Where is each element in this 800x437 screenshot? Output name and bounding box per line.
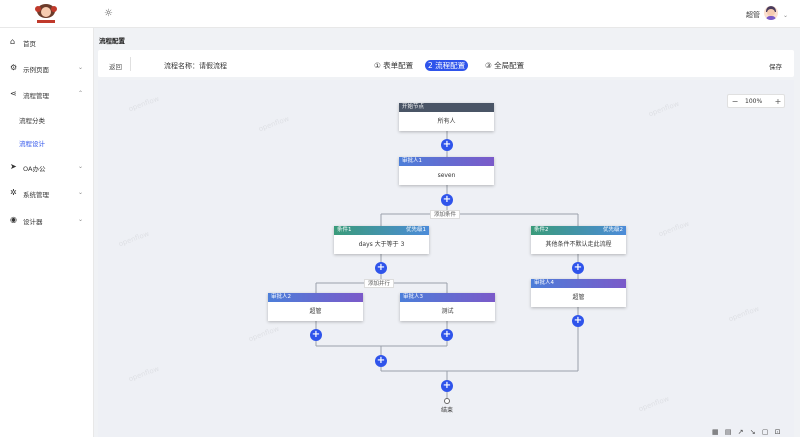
node-body: days 大于等于 3 (358, 241, 405, 248)
sidebar-item-designer[interactable]: ◉ 设计器 ⌄ (0, 213, 94, 227)
sidebar-item-home[interactable]: ⌂ 首页 (0, 35, 94, 49)
sidebar: ⌂ 首页 ⚙ 示例页面 ⌄ ⋖ 流程管理 ⌃ 流程分类 流程设计 ➤ OA办公 … (0, 28, 94, 437)
home-icon: ⌂ (10, 37, 16, 46)
share-icon: ⋖ (10, 89, 17, 98)
approver-node-1[interactable]: 审批人1 seven (399, 157, 494, 185)
node-title: 条件2 (534, 227, 549, 233)
process-name: 流程名称：请假流程 (164, 62, 227, 70)
add-node-button[interactable]: + (572, 315, 584, 327)
add-node-button[interactable]: + (375, 355, 387, 367)
chevron-down-icon: ⌄ (78, 64, 84, 71)
node-priority: 优先级2 (603, 227, 623, 233)
node-body: 测试 (441, 308, 454, 315)
add-node-button[interactable]: + (441, 139, 453, 151)
sidebar-item-label: OA办公 (23, 165, 46, 173)
sidebar-item-label: 设计器 (23, 218, 43, 226)
condition-node-2[interactable]: 条件2 优先级2 其他条件不默认走此流程 (531, 226, 626, 254)
flow-toolbar: 返回 流程名称：请假流程 ① 表单配置 2 流程配置 ③ 全局配置 保存 (98, 50, 794, 77)
save-button[interactable]: 保存 (769, 61, 782, 71)
end-node-icon (444, 398, 450, 404)
user-name[interactable]: 超管 (746, 10, 760, 20)
title-strip: 流程配置 (94, 28, 800, 48)
send-icon: ➤ (10, 162, 17, 171)
chevron-up-icon: ⌃ (78, 90, 84, 97)
chevron-down-icon: ⌄ (78, 163, 84, 170)
approver-node-2[interactable]: 审批人2 超管 (268, 293, 363, 321)
divider (130, 57, 131, 71)
node-header: 审批人1 (399, 157, 494, 166)
node-body: 所有人 (437, 118, 456, 125)
add-node-button[interactable]: + (441, 380, 453, 392)
chevron-down-icon: ⌄ (78, 189, 84, 196)
node-header: 审批人4 (531, 279, 626, 288)
end-node-label: 结束 (441, 407, 454, 414)
step-global-config[interactable]: ③ 全局配置 (482, 60, 527, 71)
zoom-out-button[interactable]: − (729, 96, 741, 107)
sidebar-item-examples[interactable]: ⚙ 示例页面 ⌄ (0, 61, 94, 75)
zoom-level: 100% (745, 98, 763, 105)
flow-canvas[interactable]: openflow openflow openflow openflow open… (98, 80, 794, 437)
avatar[interactable] (764, 6, 778, 20)
sidebar-item-oa[interactable]: ➤ OA办公 ⌄ (0, 160, 94, 174)
sidebar-subitem-design[interactable]: 流程设计 (19, 138, 45, 148)
top-bar: ☼ 超管 ⌄ (0, 0, 800, 28)
node-body: 超管 (572, 294, 585, 301)
sidebar-item-label: 示例页面 (23, 66, 49, 74)
page-title: 流程配置 (99, 37, 125, 45)
approver-node-3[interactable]: 审批人3 测试 (400, 293, 495, 321)
sidebar-item-label: 系统管理 (23, 191, 49, 199)
back-button[interactable]: 返回 (109, 61, 122, 71)
step-form-config[interactable]: ① 表单配置 (371, 60, 416, 71)
add-node-button[interactable]: + (441, 194, 453, 206)
chevron-down-icon[interactable]: ⌄ (783, 12, 788, 19)
sidebar-item-process[interactable]: ⋖ 流程管理 ⌃ (0, 87, 94, 101)
node-body: 其他条件不默认走此流程 (545, 241, 612, 248)
settings-icon: ✲ (10, 188, 17, 197)
node-header: 条件1 优先级1 (334, 226, 429, 235)
bottom-toolbar[interactable]: ▦ ▤ ↗ ↘ ▢ ⊡ (712, 428, 783, 436)
node-header: 审批人2 (268, 293, 363, 302)
node-header: 审批人3 (400, 293, 495, 302)
add-node-button[interactable]: + (441, 329, 453, 341)
add-node-button[interactable]: + (572, 262, 584, 274)
sidebar-item-system[interactable]: ✲ 系统管理 ⌄ (0, 186, 94, 200)
app-logo[interactable] (33, 3, 59, 25)
node-body: 超管 (309, 308, 322, 315)
add-node-button[interactable]: + (375, 262, 387, 274)
node-body: seven (437, 172, 456, 179)
chevron-down-icon: ⌄ (78, 216, 84, 223)
condition-node-1[interactable]: 条件1 优先级1 days 大于等于 3 (334, 226, 429, 254)
sun-icon[interactable]: ☼ (104, 8, 113, 19)
node-priority: 优先级1 (406, 227, 426, 233)
zoom-control: − 100% + (727, 94, 785, 108)
main-area: 流程配置 返回 流程名称：请假流程 ① 表单配置 2 流程配置 ③ 全局配置 保… (94, 28, 800, 437)
zoom-in-button[interactable]: + (772, 96, 784, 107)
start-node[interactable]: 开始节点 所有人 (399, 103, 494, 131)
sidebar-item-label: 首页 (23, 40, 36, 48)
step-flow-config[interactable]: 2 流程配置 (425, 60, 469, 71)
add-condition-button[interactable]: 添加条件 (430, 210, 461, 219)
sidebar-subitem-category[interactable]: 流程分类 (19, 115, 45, 125)
add-parallel-button[interactable]: 添加并行 (364, 279, 395, 288)
add-node-button[interactable]: + (310, 329, 322, 341)
node-header: 开始节点 (399, 103, 494, 112)
eye-icon: ◉ (10, 215, 17, 224)
approver-node-4[interactable]: 审批人4 超管 (531, 279, 626, 307)
node-header: 条件2 优先级2 (531, 226, 626, 235)
gear-icon: ⚙ (10, 63, 18, 72)
node-title: 条件1 (337, 227, 352, 233)
sidebar-item-label: 流程管理 (23, 92, 49, 100)
